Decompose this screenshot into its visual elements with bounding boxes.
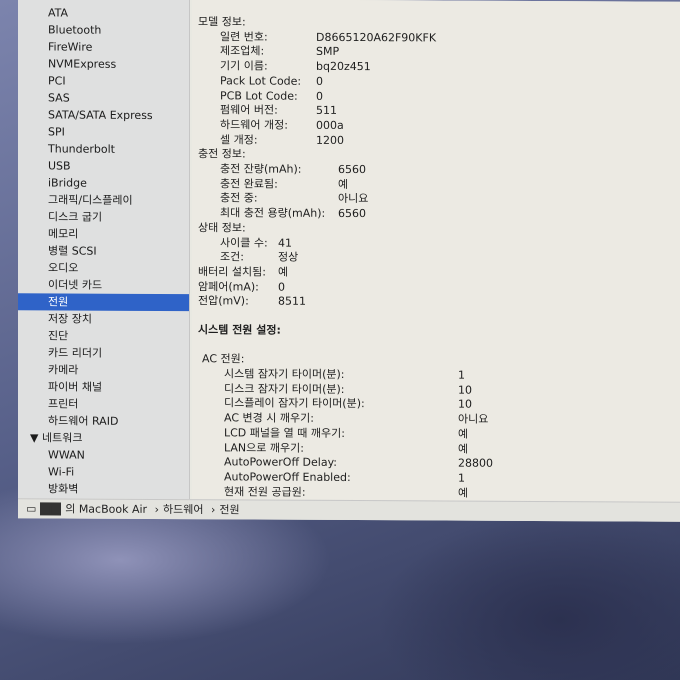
breadcrumb-hardware[interactable]: 하드웨어 [163, 503, 203, 516]
sidebar[interactable]: ATA Bluetooth FireWire NVMExpress PCI SAS SATA… [18, 0, 190, 500]
info-label: 펌웨어 버전: [220, 103, 278, 117]
sidebar-item[interactable]: SPI [18, 123, 190, 141]
sidebar-item[interactable]: 카메라 [18, 361, 190, 379]
setting-label: 현재 전원 공급원: [224, 484, 306, 499]
info-label: 하드웨어 개정: [220, 118, 288, 132]
setting-label: LCD 패널을 열 때 깨우기: [224, 426, 345, 440]
info-label: 충전 정보: [198, 147, 246, 161]
info-label: 기기 이름: [220, 59, 268, 73]
setting-value: 10 [458, 383, 472, 397]
info-label: 충전 중: [220, 191, 258, 205]
info-value: 0 [316, 74, 323, 88]
setting-label: 디스크 잠자기 타이머(분): [224, 382, 345, 396]
sidebar-item[interactable]: SAS [18, 89, 190, 107]
sidebar-item[interactable]: Wi-Fi [18, 463, 190, 481]
sidebar-item[interactable]: Bluetooth [18, 21, 190, 39]
info-value: 아니요 [338, 192, 369, 206]
breadcrumb-separator: › [210, 503, 216, 517]
info-label: 일련 번호: [220, 30, 268, 44]
setting-value: 예 [458, 442, 469, 456]
info-value: 8511 [278, 294, 306, 309]
system-information-window: ATA Bluetooth FireWire NVMExpress PCI SAS SATA… [18, 0, 680, 522]
sidebar-item[interactable]: 디스크 굽기 [18, 208, 190, 226]
sidebar-item[interactable]: FireWire [18, 38, 190, 56]
setting-label: 디스플레이 잠자기 타이머(분): [224, 396, 365, 411]
sidebar-item[interactable]: 병렬 SCSI [18, 242, 190, 260]
info-label: 배터리 설치됨: [198, 265, 266, 279]
setting-value: 1 [458, 368, 465, 382]
sidebar-item[interactable]: iBridge [18, 174, 190, 192]
info-label: PCB Lot Code: [220, 88, 298, 103]
info-value: 6560 [338, 162, 366, 177]
info-value: 1200 [316, 133, 344, 147]
section-title: 시스템 전원 설정: [198, 323, 281, 337]
detail-pane: 모델 정보: 일련 번호: D8665120A62F90KFK 제조업체: SMP 기기 … [192, 0, 680, 502]
setting-label: AutoPowerOff Enabled: [224, 470, 351, 484]
info-value: 예 [338, 177, 349, 191]
sidebar-item[interactable]: WWAN [18, 446, 190, 464]
section-title: AC 전원: [202, 352, 245, 366]
sidebar-item[interactable]: 전원 [18, 293, 190, 312]
info-value: D8665120A62F90KFK [316, 30, 437, 45]
info-label: 충전 잔량(mAh): [220, 162, 302, 176]
sidebar-item[interactable]: 이더넷 카드 [18, 276, 190, 294]
sidebar-item[interactable]: 하드웨어 RAID [18, 412, 190, 430]
sidebar-item[interactable]: ATA [18, 4, 190, 22]
info-label: 모델 정보: [198, 15, 246, 29]
redacted-name: ■■ [40, 502, 62, 516]
sidebar-item[interactable]: 저장 장치 [18, 310, 190, 328]
setting-label: LAN으로 깨우기: [224, 440, 304, 455]
sidebar-item[interactable]: SATA/SATA Express [18, 106, 190, 124]
setting-value: 예 [458, 427, 469, 441]
setting-value: 아니요 [458, 412, 489, 426]
sidebar-item[interactable]: Thunderbolt [18, 140, 190, 158]
info-value: 41 [278, 236, 292, 250]
info-value: 0 [316, 89, 323, 103]
info-label: 조건: [220, 250, 244, 264]
info-value: 511 [316, 104, 337, 118]
sidebar-item[interactable]: 그래픽/디스플레이 [18, 191, 190, 209]
sidebar-item[interactable]: 메모리 [18, 225, 190, 243]
info-value: 정상 [278, 250, 299, 264]
info-label: 제조업체: [220, 44, 265, 58]
setting-label: AutoPowerOff Delay: [224, 455, 337, 470]
sidebar-item[interactable]: PCI [18, 72, 190, 90]
setting-value: 28800 [458, 456, 493, 470]
breadcrumb-separator: › [154, 502, 159, 517]
setting-value: 10 [458, 397, 472, 412]
sidebar-item[interactable]: 방화벽 [18, 480, 190, 498]
breadcrumb: ▭ ■■ 의 MacBook Air › 하드웨어 › 전원 [18, 498, 680, 522]
info-value: SMP [316, 45, 340, 59]
sidebar-item[interactable]: ▼ 네트워크 [18, 429, 190, 447]
info-label: 셀 개정: [220, 132, 258, 147]
sidebar-item[interactable]: 진단 [18, 327, 190, 345]
sidebar-item[interactable]: 프린터 [18, 395, 190, 413]
info-value: bq20z451 [316, 59, 371, 74]
info-label: Pack Lot Code: [220, 74, 302, 88]
computer-icon: ▭ [26, 502, 37, 516]
sidebar-item[interactable]: 파이버 채널 [18, 378, 190, 396]
sidebar-item[interactable]: NVMExpress [18, 55, 190, 73]
sidebar-item[interactable]: USB [18, 157, 190, 175]
info-label: 사이클 수: [220, 235, 268, 250]
info-label: 상태 정보: [198, 221, 246, 235]
info-value: 000a [316, 118, 344, 132]
info-value: 6560 [338, 207, 366, 221]
info-label: 최대 충전 용량(mAh): [220, 206, 326, 220]
setting-value: 예 [458, 486, 469, 500]
setting-label: AC 변경 시 깨우기: [224, 411, 314, 425]
info-value: 0 [278, 280, 285, 294]
setting-value: 1 [458, 471, 465, 485]
breadcrumb-power[interactable]: 전원 [219, 503, 239, 516]
setting-label: 시스템 잠자기 타이머(분): [224, 367, 345, 381]
sidebar-item[interactable]: 오디오 [18, 259, 190, 277]
info-label: 암페어(mA): [198, 279, 259, 294]
info-label: 전압(mV): [198, 294, 249, 308]
info-value: 예 [278, 265, 289, 279]
sidebar-item[interactable]: 카드 리더기 [18, 344, 190, 362]
info-label: 충전 완료됨: [220, 177, 278, 191]
breadcrumb-computer[interactable]: 의 MacBook Air [65, 503, 147, 516]
